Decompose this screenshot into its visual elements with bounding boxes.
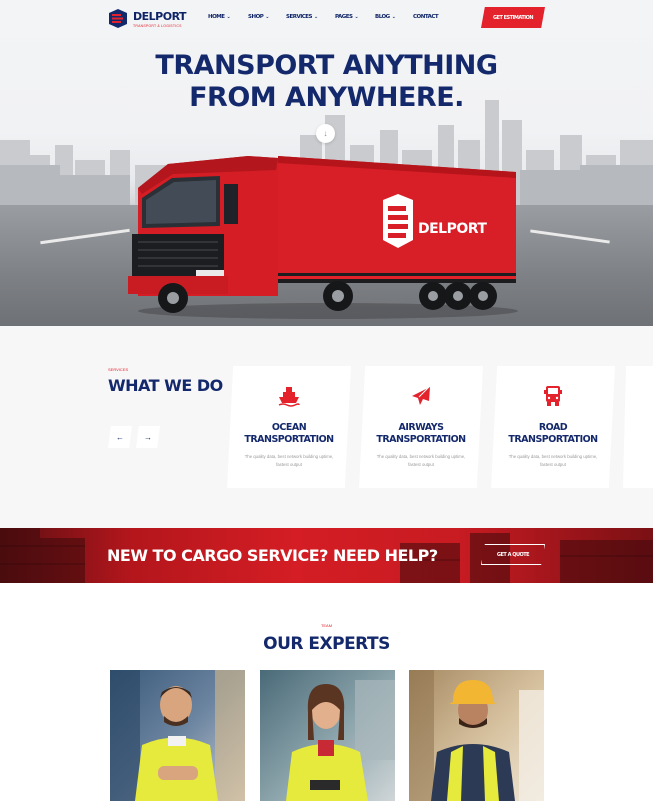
chevron-down-icon: ⌄	[391, 14, 396, 20]
get-estimation-button[interactable]: GET ESTIMATION	[481, 7, 545, 28]
truck-brand-label: DELPORT	[418, 221, 487, 237]
arrow-right-icon: →	[144, 432, 152, 442]
card-description: The quality data, best network building …	[244, 454, 334, 467]
nav-item-blog[interactable]: BLOG ⌄	[375, 14, 396, 20]
prev-button[interactable]: ←	[108, 426, 132, 448]
logo-mark-icon	[109, 8, 127, 28]
expert-photo-1[interactable]	[110, 670, 245, 801]
chevron-down-icon: ⌄	[265, 14, 269, 20]
logo[interactable]: DELPORT TRANSPORT & LOGISTICS	[108, 8, 187, 29]
card-description: The quality data, best network building …	[376, 454, 466, 467]
service-card-airways[interactable]: AIRWAYS TRANSPORTATION The quality data, …	[359, 366, 483, 488]
hero-section: DELPORT TRANSPORT ANYTHING FROM ANYWHERE…	[0, 0, 653, 326]
help-banner-text: NEW TO CARGO SERVICE? NEED HELP?	[107, 546, 438, 565]
logo-tagline: TRANSPORT & LOGISTICS	[133, 24, 182, 28]
arrow-down-icon: ↓	[323, 129, 328, 138]
expert-photo-3[interactable]	[409, 670, 544, 801]
services-section: SERVICES WHAT WE DO ← → OCEAN TRANSPORTAT…	[0, 326, 653, 528]
next-button[interactable]: →	[136, 426, 160, 448]
logo-name: DELPORT	[133, 10, 187, 23]
card-title: OCEAN TRANSPORTATION	[244, 422, 334, 445]
expert-photo-2[interactable]	[260, 670, 395, 801]
site-header: DELPORT TRANSPORT & LOGISTICS HOME ⌄ SHOP…	[0, 0, 653, 36]
arrow-left-icon: ←	[116, 432, 124, 442]
service-card-road[interactable]: ROAD TRANSPORTATION The quality data, bes…	[491, 366, 615, 488]
nav-item-pages[interactable]: PAGES ⌄	[335, 14, 359, 20]
team-eyebrow: TEAM	[320, 623, 333, 628]
nav-item-contact[interactable]: CONTACT	[413, 14, 439, 20]
airplane-icon	[412, 386, 430, 405]
service-card-partial[interactable]	[623, 366, 653, 488]
services-eyebrow: SERVICES	[108, 367, 129, 372]
nav-item-shop[interactable]: SHOP ⌄	[248, 14, 269, 20]
card-description: The quality data, best network building …	[508, 454, 598, 467]
nav-item-home[interactable]: HOME ⌄	[208, 14, 231, 20]
hero-title: TRANSPORT ANYTHING FROM ANYWHERE.	[0, 50, 653, 114]
chevron-down-icon: ⌄	[226, 14, 231, 20]
card-title: AIRWAYS TRANSPORTATION	[376, 422, 466, 445]
team-title: OUR EXPERTS	[263, 634, 390, 654]
nav-item-services[interactable]: SERVICES ⌄	[286, 14, 318, 20]
scroll-down-button[interactable]: ↓	[316, 124, 335, 143]
card-title: ROAD TRANSPORTATION	[508, 422, 598, 445]
chevron-down-icon: ⌄	[314, 14, 318, 20]
chevron-down-icon: ⌄	[354, 14, 359, 20]
service-card-ocean[interactable]: OCEAN TRANSPORTATION The quality data, be…	[227, 366, 351, 488]
page: DELPORT TRANSPORT ANYTHING FROM ANYWHERE…	[0, 0, 653, 801]
ship-icon	[278, 387, 300, 407]
truck-icon	[544, 386, 562, 406]
hero-title-line2: FROM ANYWHERE.	[189, 82, 464, 113]
help-banner: NEW TO CARGO SERVICE? NEED HELP? GET A Q…	[0, 528, 653, 583]
services-title: WHAT WE DO	[108, 376, 223, 395]
get-a-quote-button[interactable]: GET A QUOTE	[481, 544, 545, 565]
hero-title-line1: TRANSPORT ANYTHING	[155, 50, 498, 81]
